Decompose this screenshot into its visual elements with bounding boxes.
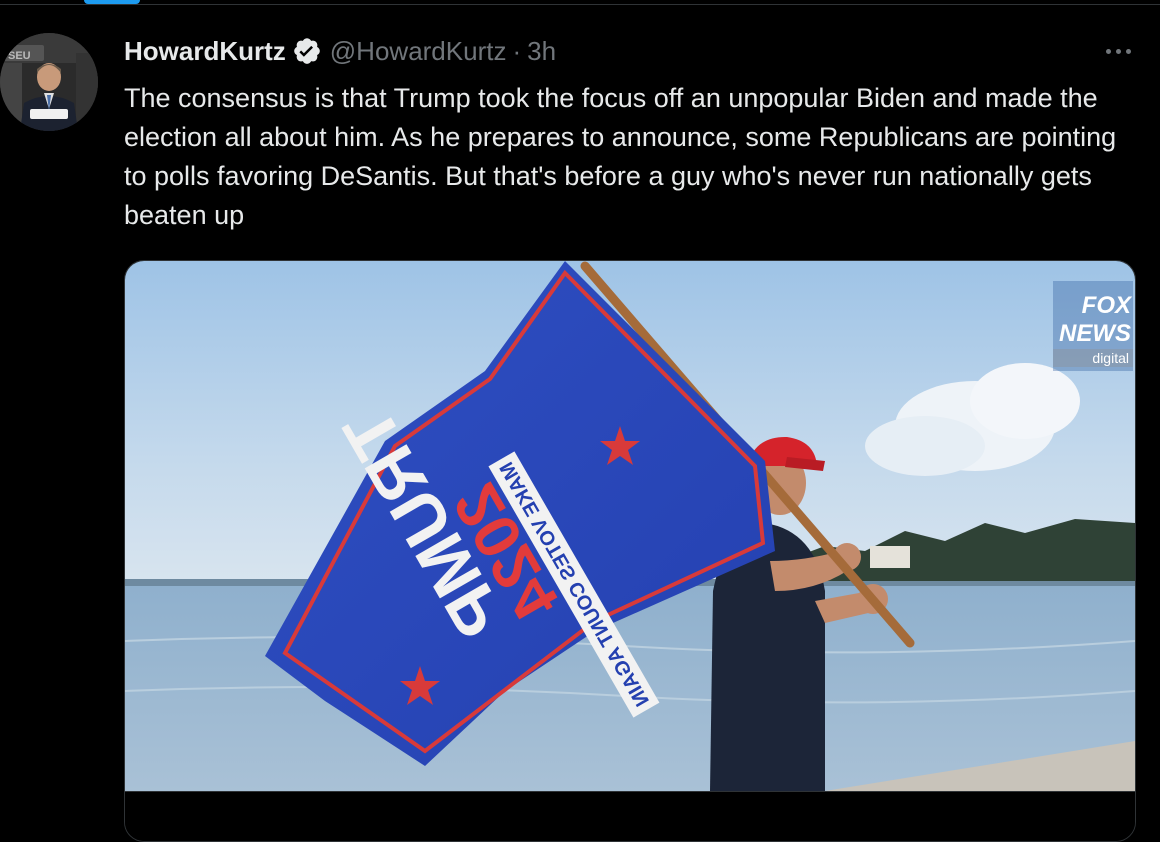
ellipsis-icon <box>1115 48 1121 54</box>
watermark-news: NEWS <box>1059 320 1131 347</box>
card-footer[interactable] <box>125 791 1135 841</box>
more-options-button[interactable] <box>1100 39 1136 63</box>
ellipsis-icon <box>1105 48 1111 54</box>
watermark-digital: digital <box>1092 350 1129 366</box>
tweet[interactable]: SEU HowardKurtz @HowardKurtz · 3h The co… <box>0 5 1160 842</box>
avatar-image: SEU <box>0 33 98 131</box>
card-image[interactable]: TRUMP 2024 MAKE VOTES COUNT AGAIN FOX NE… <box>125 261 1135 791</box>
link-card[interactable]: TRUMP 2024 MAKE VOTES COUNT AGAIN FOX NE… <box>124 260 1136 842</box>
watermark: FOX NEWS digital <box>1053 281 1133 371</box>
timestamp[interactable]: 3h <box>527 36 556 67</box>
verified-badge-icon <box>292 36 322 66</box>
avatar[interactable]: SEU <box>0 33 98 131</box>
display-name[interactable]: HowardKurtz <box>124 36 286 67</box>
separator-dot: · <box>512 35 522 66</box>
active-tab-indicator <box>84 0 140 4</box>
tweet-text: The consensus is that Trump took the foc… <box>124 83 1117 230</box>
svg-text:SEU: SEU <box>8 50 31 62</box>
ellipsis-icon <box>1125 48 1131 54</box>
tweet-header: HowardKurtz @HowardKurtz · 3h <box>124 33 556 69</box>
user-handle[interactable]: @HowardKurtz <box>330 36 507 67</box>
watermark-fox: FOX <box>1082 292 1133 319</box>
